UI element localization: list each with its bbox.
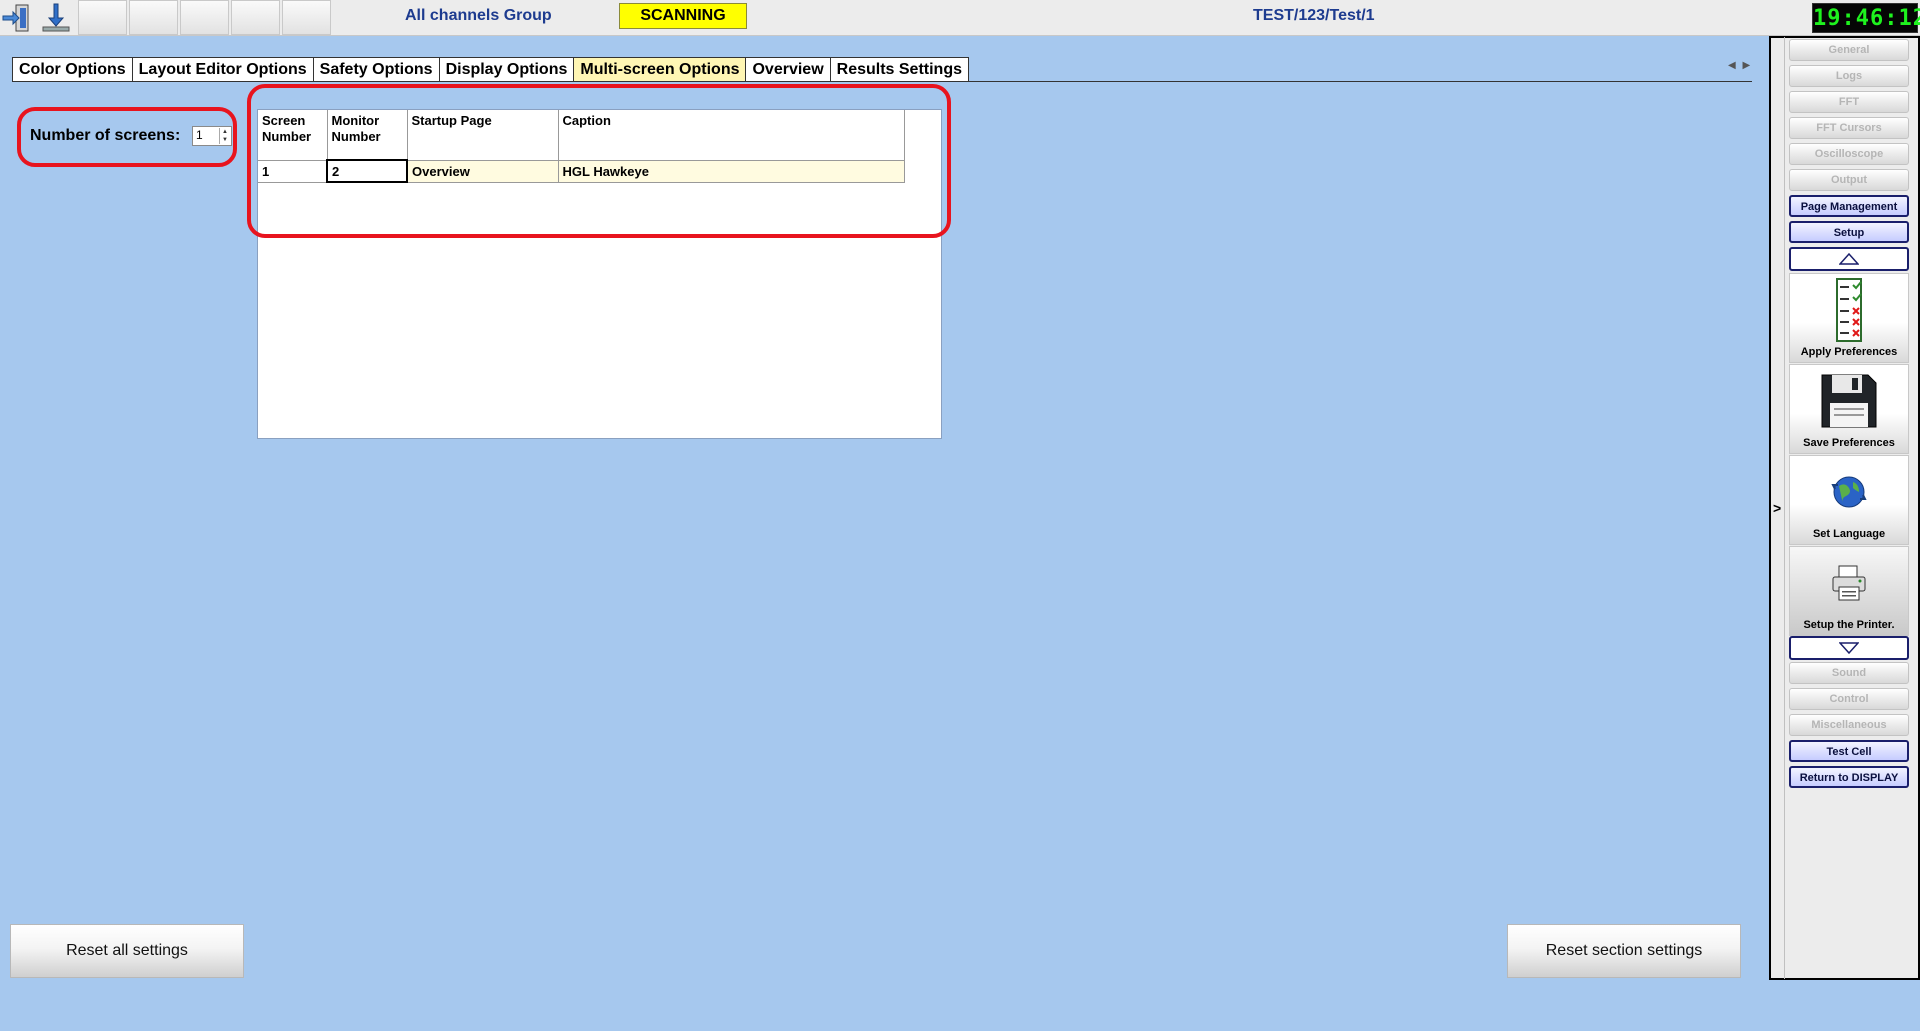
sidebar-item-return-to-display[interactable]: Return to DISPLAY — [1789, 766, 1909, 788]
tab-overview[interactable]: Overview — [745, 57, 830, 82]
number-of-screens-spinner[interactable]: 1 ▲ ▼ — [192, 126, 232, 146]
set-language-button[interactable]: Set Language — [1789, 455, 1909, 545]
toolbar-slot-2[interactable] — [129, 0, 178, 35]
tab-safety-options[interactable]: Safety Options — [312, 57, 439, 82]
floppy-disk-icon — [1790, 369, 1908, 433]
apply-preferences-button[interactable]: Apply Preferences — [1789, 273, 1909, 363]
sidebar-item-fft[interactable]: FFT — [1789, 91, 1909, 113]
tab-layout-editor-options[interactable]: Layout Editor Options — [131, 57, 313, 82]
sidebar-item-output[interactable]: Output — [1789, 169, 1909, 191]
spin-up-icon[interactable]: ▲ — [222, 129, 228, 135]
sidebar-item-logs[interactable]: Logs — [1789, 65, 1909, 87]
sidebar-scroll-up-button[interactable] — [1789, 247, 1909, 271]
digital-clock: 19:46:12 — [1812, 3, 1920, 33]
sidebar-item-control[interactable]: Control — [1789, 688, 1909, 710]
top-toolbar — [0, 0, 1920, 36]
sidebar-item-oscilloscope[interactable]: Oscilloscope — [1789, 143, 1909, 165]
options-tabbar: Color Options Layout Editor Options Safety… — [12, 57, 969, 82]
sidebar-item-page-management[interactable]: Page Management — [1789, 195, 1909, 217]
sidebar-scroll-down-button[interactable] — [1789, 636, 1909, 660]
exit-door-icon[interactable] — [0, 1, 36, 35]
sidebar-collapse-toggle[interactable]: > — [1773, 500, 1781, 516]
number-of-screens-value[interactable]: 1 — [196, 128, 203, 142]
grid-highlight-ring — [247, 84, 951, 238]
sidebar-item-sound[interactable]: Sound — [1789, 662, 1909, 684]
group-label: All channels Group — [405, 7, 552, 24]
toolbar-slot-5[interactable] — [282, 0, 331, 35]
tab-results-settings[interactable]: Results Settings — [829, 57, 969, 82]
toolbar-slot-1[interactable] — [78, 0, 127, 35]
apply-preferences-label: Apply Preferences — [1800, 346, 1898, 358]
tab-color-options[interactable]: Color Options — [12, 57, 132, 82]
reset-section-settings-button[interactable]: Reset section settings — [1507, 924, 1741, 978]
toolbar-slot-3[interactable] — [180, 0, 229, 35]
tab-display-options[interactable]: Display Options — [438, 57, 574, 82]
download-icon[interactable] — [38, 1, 74, 35]
tab-scroll-arrows-icon[interactable]: ◀ ▶ — [1728, 60, 1752, 71]
printer-icon — [1790, 551, 1908, 615]
save-preferences-button[interactable]: Save Preferences — [1789, 364, 1909, 454]
number-of-screens-label: Number of screens: — [30, 127, 181, 144]
reset-all-settings-button[interactable]: Reset all settings — [10, 924, 244, 978]
sidebar-item-miscellaneous[interactable]: Miscellaneous — [1789, 714, 1909, 736]
setup-printer-button[interactable]: Setup the Printer. — [1789, 546, 1909, 636]
test-path-label: TEST/123/Test/1 — [1253, 7, 1375, 24]
tab-multi-screen-options[interactable]: Multi-screen Options — [573, 57, 746, 82]
save-preferences-label: Save Preferences — [1803, 437, 1895, 449]
sidebar-item-setup[interactable]: Setup — [1789, 221, 1909, 243]
tab-divider — [12, 81, 1752, 82]
checklist-icon — [1790, 278, 1908, 342]
globe-icon — [1790, 460, 1908, 524]
triangle-up-icon — [1839, 253, 1859, 265]
triangle-down-icon — [1839, 642, 1859, 654]
sidebar-item-test-cell[interactable]: Test Cell — [1789, 740, 1909, 762]
spin-down-icon[interactable]: ▼ — [222, 137, 228, 143]
setup-printer-label: Setup the Printer. — [1803, 619, 1895, 631]
sidebar-item-fft-cursors[interactable]: FFT Cursors — [1789, 117, 1909, 139]
spinner-arrows[interactable]: ▲ ▼ — [219, 128, 230, 144]
toolbar-slot-4[interactable] — [231, 0, 280, 35]
sidebar-strip — [1784, 37, 1785, 979]
status-badge: SCANNING — [619, 3, 747, 29]
set-language-label: Set Language — [1812, 528, 1886, 540]
sidebar-item-general[interactable]: General — [1789, 39, 1909, 61]
